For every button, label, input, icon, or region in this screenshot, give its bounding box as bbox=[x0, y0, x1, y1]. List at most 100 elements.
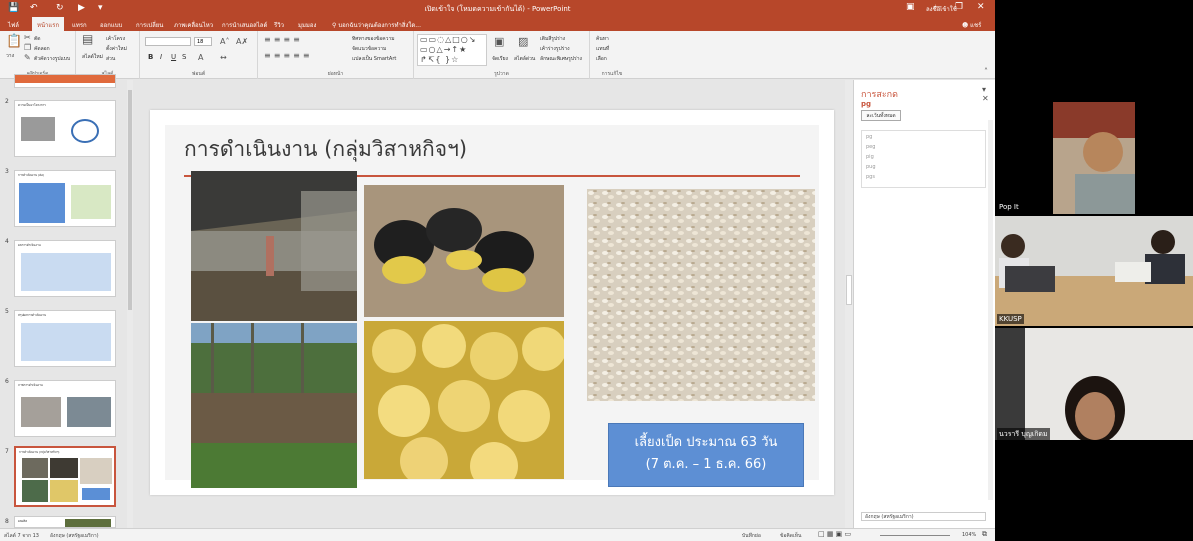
black-ducklings-photo[interactable] bbox=[364, 185, 564, 317]
suggestion-item[interactable]: pgs bbox=[866, 174, 875, 180]
list-icons[interactable]: ≡≡≡≡ bbox=[264, 35, 303, 44]
new-slide-button[interactable]: สไลด์ใหม่ bbox=[82, 53, 103, 61]
minimize-icon[interactable]: — bbox=[933, 2, 942, 12]
share-button[interactable]: ☻ แชร์ bbox=[962, 20, 981, 30]
paste-button[interactable]: วาง bbox=[6, 52, 14, 60]
status-language[interactable]: อังกฤษ (สหรัฐอเมริกา) bbox=[50, 532, 99, 540]
shape-outline-button[interactable]: เค้าร่างรูปร่าง bbox=[540, 45, 570, 53]
current-slide[interactable]: การดำเนินงาน (กลุ่มวิสาหกิจฯ) เลี้ยงเป็ด… bbox=[150, 110, 834, 495]
shape-fill-button[interactable]: เติมสีรูปร่าง bbox=[540, 35, 565, 43]
cut-icon[interactable]: ✂ bbox=[24, 33, 31, 42]
thumbnail-slide-1[interactable] bbox=[14, 74, 116, 88]
pane-scrollbar[interactable] bbox=[988, 120, 993, 500]
section-button[interactable]: ส่วน bbox=[106, 55, 115, 63]
suggestion-item[interactable]: pig bbox=[866, 154, 874, 160]
slide-scroll-thumb[interactable] bbox=[846, 275, 852, 305]
font-name-input[interactable] bbox=[145, 37, 191, 46]
select-button[interactable]: เลือก bbox=[596, 55, 607, 63]
view-mode-icons[interactable]: □ ▦ ▣ ▭ bbox=[818, 530, 851, 538]
shapes-gallery[interactable]: ▭▭◌△□○↘ ▭○△→↑★ ↱↸{ }☆ bbox=[417, 34, 487, 66]
thumbnail-slide-7[interactable]: การดำเนินงาน (กลุ่มวิสาหกิจฯ) bbox=[14, 446, 116, 507]
pond-photo[interactable] bbox=[191, 323, 357, 488]
participant-name: Pop It bbox=[997, 202, 1021, 212]
participant-tile-3[interactable]: นวรารี บุญเกิดม bbox=[995, 328, 1193, 440]
paste-icon[interactable]: 📋 bbox=[6, 35, 22, 49]
font-size-input[interactable]: 18 bbox=[194, 37, 212, 46]
thumbnail-slide-2[interactable]: ความเป็นมาโครงการ bbox=[14, 100, 116, 157]
copy-icon[interactable]: ❐ bbox=[24, 43, 31, 52]
powerpoint-window: 💾 ↶ ↻ ▶ ▾ เปิดเข้าใจ (โหมดความเข้ากันได้… bbox=[0, 0, 995, 541]
close-icon[interactable]: ✕ bbox=[977, 2, 985, 12]
quick-styles-icon[interactable]: ▨ bbox=[518, 36, 528, 47]
tab-slideshow[interactable]: การนำเสนอสไลด์ bbox=[222, 20, 267, 30]
new-slide-icon[interactable]: ▤ bbox=[82, 33, 93, 45]
thumbnails-scrollbar[interactable] bbox=[127, 80, 133, 528]
thumbnail-slide-6[interactable]: ภาพการดำเนินงาน bbox=[14, 380, 116, 437]
tab-design[interactable]: ออกแบบ bbox=[100, 20, 122, 30]
zoom-level[interactable]: 104% bbox=[962, 532, 976, 538]
cut-button[interactable]: ตัด bbox=[34, 35, 41, 43]
duck-shed-photo[interactable] bbox=[191, 171, 357, 321]
suggestion-item[interactable]: peg bbox=[866, 144, 875, 150]
thumbnail-slide-8[interactable]: ผลผลิต bbox=[14, 516, 116, 528]
format-painter-button[interactable]: ตัวคัดวางรูปแบบ bbox=[34, 55, 70, 63]
replace-button[interactable]: แทนที่ bbox=[596, 45, 609, 53]
suggestion-item[interactable]: pg bbox=[866, 134, 872, 140]
tab-insert[interactable]: แทรก bbox=[72, 20, 87, 30]
duck-raising-caption[interactable]: เลี้ยงเป็ด ประมาณ 63 วัน (7 ต.ค. – 1 ธ.ค… bbox=[608, 423, 804, 487]
grow-font-icon[interactable]: A˄ bbox=[220, 37, 229, 46]
tab-animations[interactable]: ภาพเคลื่อนไหว bbox=[174, 20, 213, 30]
font-color-icon[interactable]: A bbox=[198, 53, 203, 62]
underline-button[interactable]: U bbox=[171, 53, 176, 61]
yellow-ducklings-photo[interactable] bbox=[364, 321, 564, 479]
notes-button[interactable]: บันทึกย่อ bbox=[742, 532, 761, 540]
slide-title[interactable]: การดำเนินงาน (กลุ่มวิสาหกิจฯ) bbox=[184, 133, 467, 166]
language-dropdown[interactable]: อังกฤษ (สหรัฐอเมริกา) bbox=[861, 512, 986, 521]
shape-effects-button[interactable]: ลักษณะพิเศษรูปร่าง bbox=[540, 55, 582, 63]
thumb-photo bbox=[22, 458, 48, 478]
format-painter-icon[interactable]: ✎ bbox=[24, 53, 31, 62]
align-text-button[interactable]: จัดแนวข้อความ bbox=[352, 45, 386, 53]
text-direction-button[interactable]: ทิศทางของข้อความ bbox=[352, 35, 395, 43]
tab-transitions[interactable]: การเปลี่ยน bbox=[136, 20, 163, 30]
close-pane-icon[interactable]: ▾ ✕ bbox=[982, 85, 995, 103]
tab-view[interactable]: มุมมอง bbox=[298, 20, 316, 30]
broken-rice-photo[interactable] bbox=[587, 189, 815, 401]
suggestion-item[interactable]: pug bbox=[866, 164, 876, 170]
thumbnail-slide-4[interactable]: ผลการดำเนินงาน bbox=[14, 240, 116, 297]
align-icons[interactable]: ≡≡≡≡≡ bbox=[264, 51, 313, 60]
comments-button[interactable]: ข้อคิดเห็น bbox=[780, 532, 801, 540]
bold-button[interactable]: B bbox=[148, 53, 153, 61]
copy-button[interactable]: คัดลอก bbox=[34, 45, 50, 53]
arrange-icon[interactable]: ▣ bbox=[494, 36, 504, 47]
slide-scrollbar[interactable] bbox=[845, 80, 853, 528]
participant-tile-2[interactable]: KKUSP bbox=[995, 216, 1193, 326]
thumbnail-slide-5[interactable]: สรุปผลการดำเนินงาน bbox=[14, 310, 116, 367]
participant-tile-1[interactable]: Pop It bbox=[995, 102, 1193, 214]
maximize-icon[interactable]: ❐ bbox=[955, 2, 963, 12]
fit-slide-icon[interactable]: ⧉ bbox=[982, 530, 987, 539]
quick-styles-button[interactable]: สไตล์ด่วน bbox=[514, 55, 535, 63]
status-bar: สไลด์ 7 จาก 13 อังกฤษ (สหรัฐอเมริกา) บัน… bbox=[0, 528, 995, 541]
ribbon-display-icon[interactable]: ▣ bbox=[906, 2, 915, 12]
collapse-ribbon-icon[interactable]: ˄ bbox=[984, 67, 988, 76]
smartart-button[interactable]: แปลงเป็น SmartArt bbox=[352, 55, 396, 63]
layout-button[interactable]: เค้าโครง bbox=[106, 35, 125, 43]
tell-me-search[interactable]: ⚲ บอกฉันว่าคุณต้องการทำสิ่งใด... bbox=[332, 20, 421, 30]
editing-group: ค้นหา แทนที่ เลือก การแก้ไข bbox=[590, 31, 634, 79]
thumbnail-slide-3[interactable]: การดำเนินงาน (ต่อ) bbox=[14, 170, 116, 227]
tab-file[interactable]: ไฟล์ bbox=[8, 20, 19, 30]
tab-home[interactable]: หน้าแรก bbox=[32, 17, 65, 31]
strike-button[interactable]: S bbox=[182, 53, 186, 61]
arrange-button[interactable]: จัดเรียง bbox=[492, 55, 508, 63]
find-button[interactable]: ค้นหา bbox=[596, 35, 609, 43]
ignore-all-button[interactable]: ละเว้นทั้งหมด bbox=[861, 110, 901, 121]
italic-button[interactable]: I bbox=[160, 53, 162, 61]
tab-review[interactable]: รีวิว bbox=[274, 20, 284, 30]
clear-format-icon[interactable]: A✗ bbox=[236, 37, 248, 46]
reset-button[interactable]: ตั้งค่าใหม่ bbox=[106, 45, 127, 53]
spacing-icon[interactable]: ↔ bbox=[220, 53, 227, 62]
thumb-title: ความเป็นมาโครงการ bbox=[18, 103, 46, 107]
thumbnails-scroll-thumb[interactable] bbox=[128, 90, 132, 310]
zoom-slider[interactable] bbox=[880, 535, 950, 536]
